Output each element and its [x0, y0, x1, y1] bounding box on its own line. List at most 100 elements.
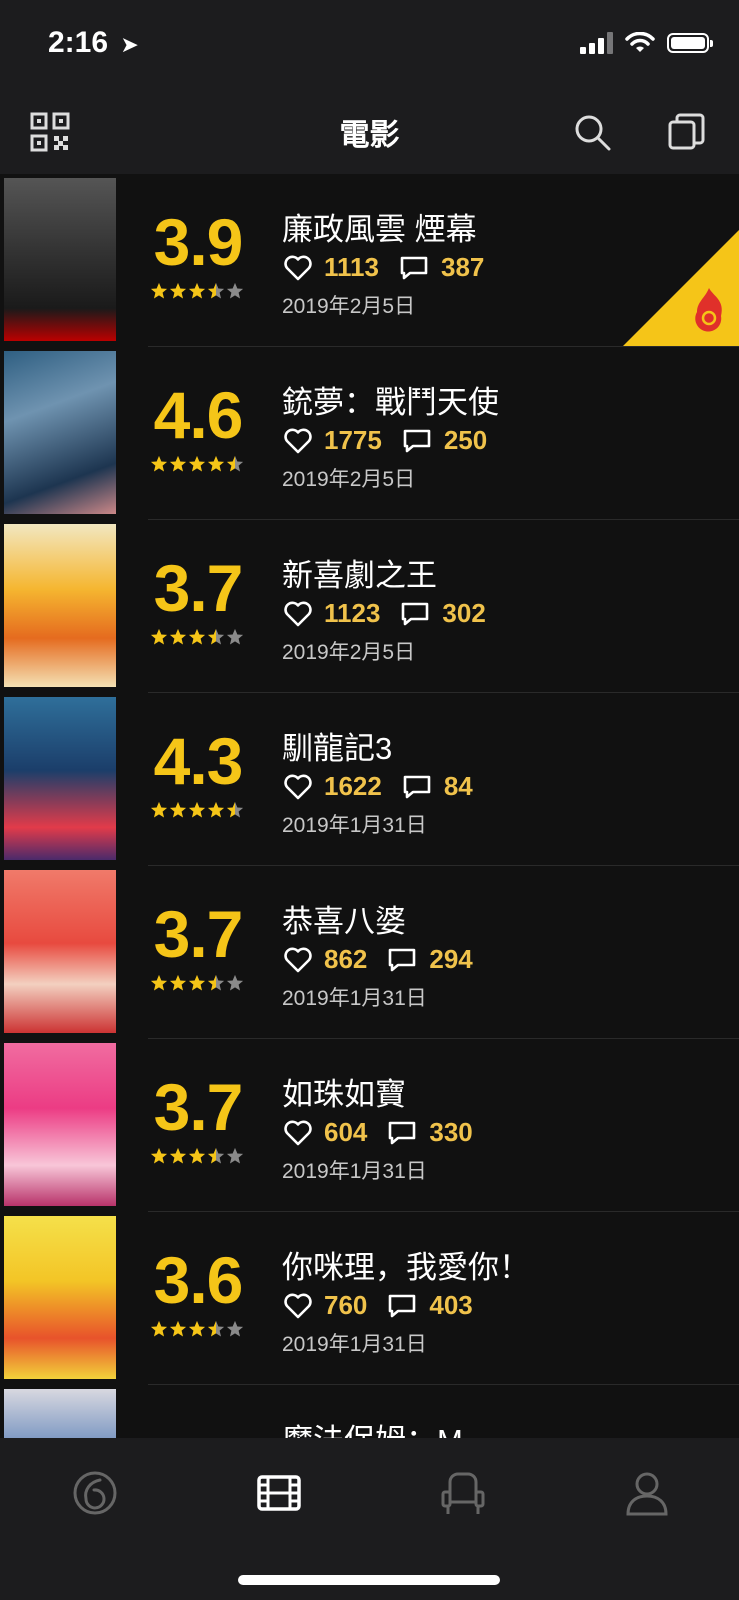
movie-list[interactable]: 3.9 廉政風雲 煙幕 1113 387 2019年2月5日 4.6 銃夢：戰鬥天使 1775…	[0, 174, 739, 1438]
heart-icon[interactable]	[284, 1120, 312, 1146]
film-icon[interactable]	[254, 1468, 304, 1518]
user-icon[interactable]	[622, 1468, 672, 1518]
comment-icon[interactable]	[402, 774, 432, 800]
star-icon	[188, 282, 206, 299]
star-rating	[150, 455, 244, 473]
star-icon	[188, 801, 206, 818]
release-date: 2019年1月31日	[282, 987, 427, 1010]
likes-count: 1775	[324, 425, 382, 455]
heart-icon[interactable]	[284, 255, 312, 281]
movie-poster[interactable]	[4, 870, 116, 1033]
star-rating	[150, 1147, 244, 1165]
movie-poster[interactable]	[4, 178, 116, 341]
comment-icon[interactable]	[387, 947, 417, 973]
rating-score: 3.9	[153, 205, 244, 279]
location-arrow-icon: ➤	[120, 32, 139, 57]
star-icon	[188, 974, 206, 991]
comment-icon[interactable]	[402, 428, 432, 454]
heart-icon[interactable]	[284, 428, 312, 454]
comment-icon[interactable]	[400, 601, 430, 627]
rating-score: 3.7	[153, 551, 244, 625]
movie-poster[interactable]	[4, 1043, 116, 1206]
star-icon	[207, 455, 225, 472]
star-rating	[150, 974, 244, 992]
star-rating	[150, 801, 244, 819]
release-date: 2019年1月31日	[282, 1160, 427, 1183]
comment-icon[interactable]	[387, 1293, 417, 1319]
status-time-text: 2:16	[48, 26, 109, 59]
star-icon	[150, 1320, 168, 1337]
movie-row[interactable]: 4.6 銃夢：戰鬥天使 1775 250 2019年2月5日	[0, 347, 739, 520]
star-icon	[169, 628, 187, 645]
status-bar: 2:16 ➤	[0, 0, 739, 90]
star-icon	[226, 801, 244, 818]
star-icon	[150, 282, 168, 299]
movie-title: 恭喜八婆	[282, 904, 406, 939]
likes-count: 604	[324, 1117, 368, 1147]
rating-score: 4.3	[153, 724, 244, 798]
movie-row[interactable]: 3.7 如珠如寶 604 330 2019年1月31日	[0, 1039, 739, 1212]
movie-stats: 1622 84	[284, 771, 493, 802]
star-icon	[207, 1320, 225, 1337]
heart-icon[interactable]	[284, 1293, 312, 1319]
copy-icon[interactable]	[664, 110, 708, 154]
star-icon	[188, 1147, 206, 1164]
movie-title: 新喜劇之王	[282, 558, 437, 593]
movie-row[interactable]: 3.6 你咪理，我愛你！ 760 403 2019年1月31日	[0, 1212, 739, 1385]
comment-icon[interactable]	[387, 1120, 417, 1146]
comments-count: 387	[440, 252, 485, 282]
heart-icon[interactable]	[284, 601, 312, 627]
brand-six-icon[interactable]	[70, 1468, 120, 1518]
star-icon	[207, 974, 225, 991]
movie-poster[interactable]	[4, 1389, 116, 1438]
movie-stats: 1123 302	[284, 598, 506, 629]
star-icon	[169, 974, 187, 991]
comment-icon[interactable]	[399, 255, 429, 281]
star-icon	[207, 282, 225, 299]
movie-poster[interactable]	[4, 524, 116, 687]
star-icon	[207, 801, 225, 818]
release-date: 2019年1月31日	[282, 1333, 427, 1356]
movie-stats: 1775 250	[284, 425, 507, 456]
star-icon	[150, 628, 168, 645]
movie-title: 馴龍記3	[282, 731, 393, 766]
heart-icon[interactable]	[284, 947, 312, 973]
movie-title: 廉政風雲 煙幕	[282, 212, 477, 247]
star-rating	[150, 1320, 244, 1338]
release-date: 2019年2月5日	[282, 641, 416, 664]
heart-icon[interactable]	[284, 774, 312, 800]
star-icon	[188, 628, 206, 645]
star-icon	[207, 628, 225, 645]
status-indicators	[580, 32, 713, 54]
movie-row[interactable]: 3.7 恭喜八婆 862 294 2019年1月31日	[0, 866, 739, 1039]
star-icon	[169, 801, 187, 818]
star-icon	[169, 1320, 187, 1337]
likes-count: 862	[324, 944, 368, 974]
status-time: 2:16 ➤	[48, 26, 139, 60]
movie-row[interactable]: 3.7 新喜劇之王 1123 302 2019年2月5日	[0, 520, 739, 693]
movie-row[interactable]: 4.3 馴龍記3 1622 84 2019年1月31日	[0, 693, 739, 866]
star-icon	[226, 1320, 244, 1337]
comments-count: 84	[443, 771, 473, 801]
cellular-signal-icon	[580, 32, 613, 54]
star-rating	[150, 628, 244, 646]
cinema-seat-icon[interactable]	[438, 1468, 488, 1518]
star-icon	[226, 974, 244, 991]
likes-count: 760	[324, 1290, 368, 1320]
comments-count: 403	[429, 1290, 473, 1320]
movie-poster[interactable]	[4, 1216, 116, 1379]
movie-row[interactable]: 魔法保姆：M	[0, 1385, 739, 1438]
page-title: 電影	[339, 119, 400, 152]
search-icon[interactable]	[570, 110, 614, 154]
comments-count: 250	[443, 425, 488, 455]
likes-count: 1622	[324, 771, 382, 801]
likes-count: 1123	[324, 598, 381, 628]
movie-stats: 862 294	[284, 944, 493, 975]
navigation-bar: 電影	[0, 90, 739, 174]
movie-row[interactable]: 3.9 廉政風雲 煙幕 1113 387 2019年2月5日	[0, 174, 739, 347]
battery-icon	[667, 33, 713, 53]
release-date: 2019年1月31日	[282, 814, 427, 837]
wifi-icon	[625, 32, 655, 52]
movie-poster[interactable]	[4, 351, 116, 514]
movie-poster[interactable]	[4, 697, 116, 860]
